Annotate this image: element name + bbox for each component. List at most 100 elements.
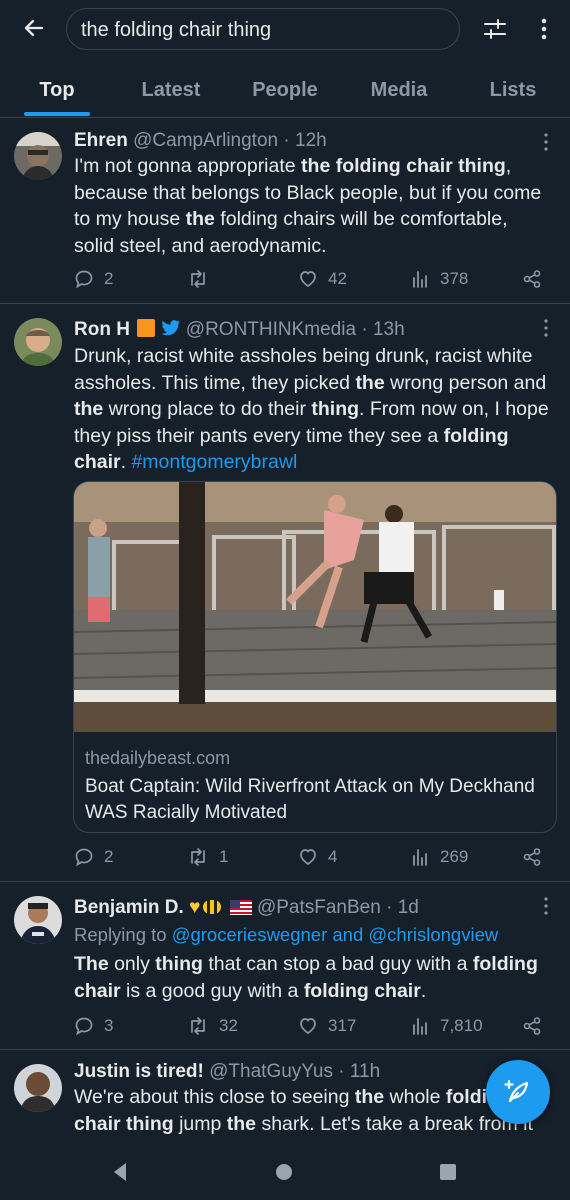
tweet-more-button[interactable] [538,896,554,916]
bar-chart-icon [413,1018,427,1035]
bar-chart-icon [413,849,427,866]
bar-chart-icon [413,271,427,288]
tab-media[interactable]: Media [342,62,456,118]
compose-tweet-button[interactable] [486,1060,550,1124]
text-segment: only [108,953,156,975]
text-segment: jump [173,1112,227,1135]
retweet-count: 1 [219,847,229,866]
share-button[interactable] [522,844,542,870]
search-filter-button[interactable] [478,12,512,46]
views-button[interactable]: 269 [410,844,468,870]
share-icon [523,270,541,288]
view-count: 269 [440,847,469,866]
tab-latest[interactable]: Latest [114,62,228,118]
heart-icon [300,271,316,288]
separator-dot: · [356,319,373,340]
top-bar: the folding chair thing [0,0,570,58]
speech-bubble-icon [75,270,93,289]
reply-count: 3 [104,1016,114,1035]
retweet-icon [191,270,205,288]
tweet-actions: 2 1 4 269 [74,844,554,870]
active-tab-indicator [24,112,90,116]
author-name[interactable]: Ehren [74,130,128,151]
text-segment: We're about this close to seeing [74,1086,355,1108]
share-button[interactable] [522,1013,542,1039]
tweet-header: Ron H @RONTHINKmedia · 13h [74,319,405,341]
like-count: 317 [328,1016,357,1035]
avatar[interactable] [14,132,62,180]
heart-icon [300,1018,316,1035]
us-flag-emoji [229,900,252,915]
views-button[interactable]: 7,810 [410,1013,483,1039]
text-segment: shark. Let's take a break from it [256,1112,533,1135]
reply-button[interactable]: 3 [74,1013,113,1039]
nav-home-button[interactable] [270,1158,298,1186]
tweet-actions: 2 42 378 [74,266,554,292]
highlighted-text: the [74,398,104,420]
author-name[interactable]: Benjamin D. [74,897,184,918]
vertical-dots-icon [544,133,548,151]
replying-to-label: Replying to [74,924,172,945]
tab-lists[interactable]: Lists [456,62,570,118]
like-count: 42 [328,269,347,288]
text-segment: wrong place to do their [103,398,312,420]
search-input[interactable]: the folding chair thing [66,8,460,50]
view-count: 378 [440,269,469,288]
author-handle[interactable]: @ThatGuyYus [209,1061,333,1082]
tab-people[interactable]: People [228,62,342,118]
feather-plus-icon [504,1079,529,1103]
author-name[interactable]: Ron H [74,319,130,340]
retweet-button[interactable]: 1 [187,844,228,870]
sliders-icon [484,19,506,39]
views-button[interactable]: 378 [410,266,468,292]
like-button[interactable]: 4 [298,844,337,870]
tweet-more-button[interactable] [538,318,554,338]
back-button[interactable] [18,12,50,44]
avatar[interactable] [14,318,62,366]
like-count: 4 [328,847,338,866]
timestamp[interactable]: 1d [398,897,419,918]
tweet[interactable]: Ehren @CampArlington · 12h I'm not gonna… [0,118,570,304]
nav-recents-button[interactable] [434,1158,462,1186]
tweet[interactable]: Justin is tired! @ThatGuyYus · 11h We're… [0,1050,570,1144]
like-button[interactable]: 317 [298,1013,356,1039]
avatar[interactable] [14,896,62,944]
author-handle[interactable]: @PatsFanBen [257,897,381,918]
tweet-actions: 3 32 317 7,810 [74,1013,554,1039]
overflow-menu-button[interactable] [532,12,556,46]
author-name[interactable]: Justin is tired! [74,1061,204,1082]
like-button[interactable]: 42 [298,266,347,292]
tweet-more-button[interactable] [538,132,554,152]
author-handle[interactable]: @CampArlington [133,130,278,151]
tweet-text: We're about this close to seeing the who… [74,1084,552,1137]
reply-button[interactable]: 2 [74,844,113,870]
card-title: Boat Captain: Wild Riverfront Attack on … [85,776,535,823]
tweet[interactable]: Ron H @RONTHINKmedia · 13h Drunk, racist… [0,304,570,882]
highlighted-text: the [226,1112,257,1135]
vertical-dots-icon [541,18,547,40]
reply-button[interactable]: 2 [74,266,113,292]
tab-top[interactable]: Top [0,62,114,118]
timestamp[interactable]: 12h [295,130,327,151]
retweet-button[interactable]: 32 [187,1013,238,1039]
tweet-header: Ehren @CampArlington · 12h [74,130,327,152]
bee-emoji [203,900,222,914]
link-card[interactable]: thedailybeast.com Boat Captain: Wild Riv… [73,481,557,833]
tweet[interactable]: Benjamin D. ♥ @PatsFanBen · 1d Replying … [0,882,570,1050]
hashtag-link[interactable]: #montgomerybrawl [131,451,297,473]
replying-to-users[interactable]: @grocerieswegner and @chrislongview [172,924,499,945]
avatar[interactable] [14,1064,62,1112]
tweet-text: Drunk, racist white assholes being drunk… [74,343,552,476]
heart-icon [300,849,316,866]
timestamp[interactable]: 13h [373,319,405,340]
retweet-button[interactable] [187,266,219,292]
highlighted-text: the folding chair thing [301,155,506,177]
tweet-header: Benjamin D. ♥ @PatsFanBen · 1d [74,897,419,919]
square-recents-icon [440,1164,456,1180]
nav-back-button[interactable] [106,1158,134,1186]
reply-count: 2 [104,847,114,866]
author-handle[interactable]: @RONTHINKmedia [186,319,356,340]
timestamp[interactable]: 11h [350,1061,380,1082]
share-button[interactable] [522,266,542,292]
tweet-text: I'm not gonna appropriate the folding ch… [74,153,552,259]
